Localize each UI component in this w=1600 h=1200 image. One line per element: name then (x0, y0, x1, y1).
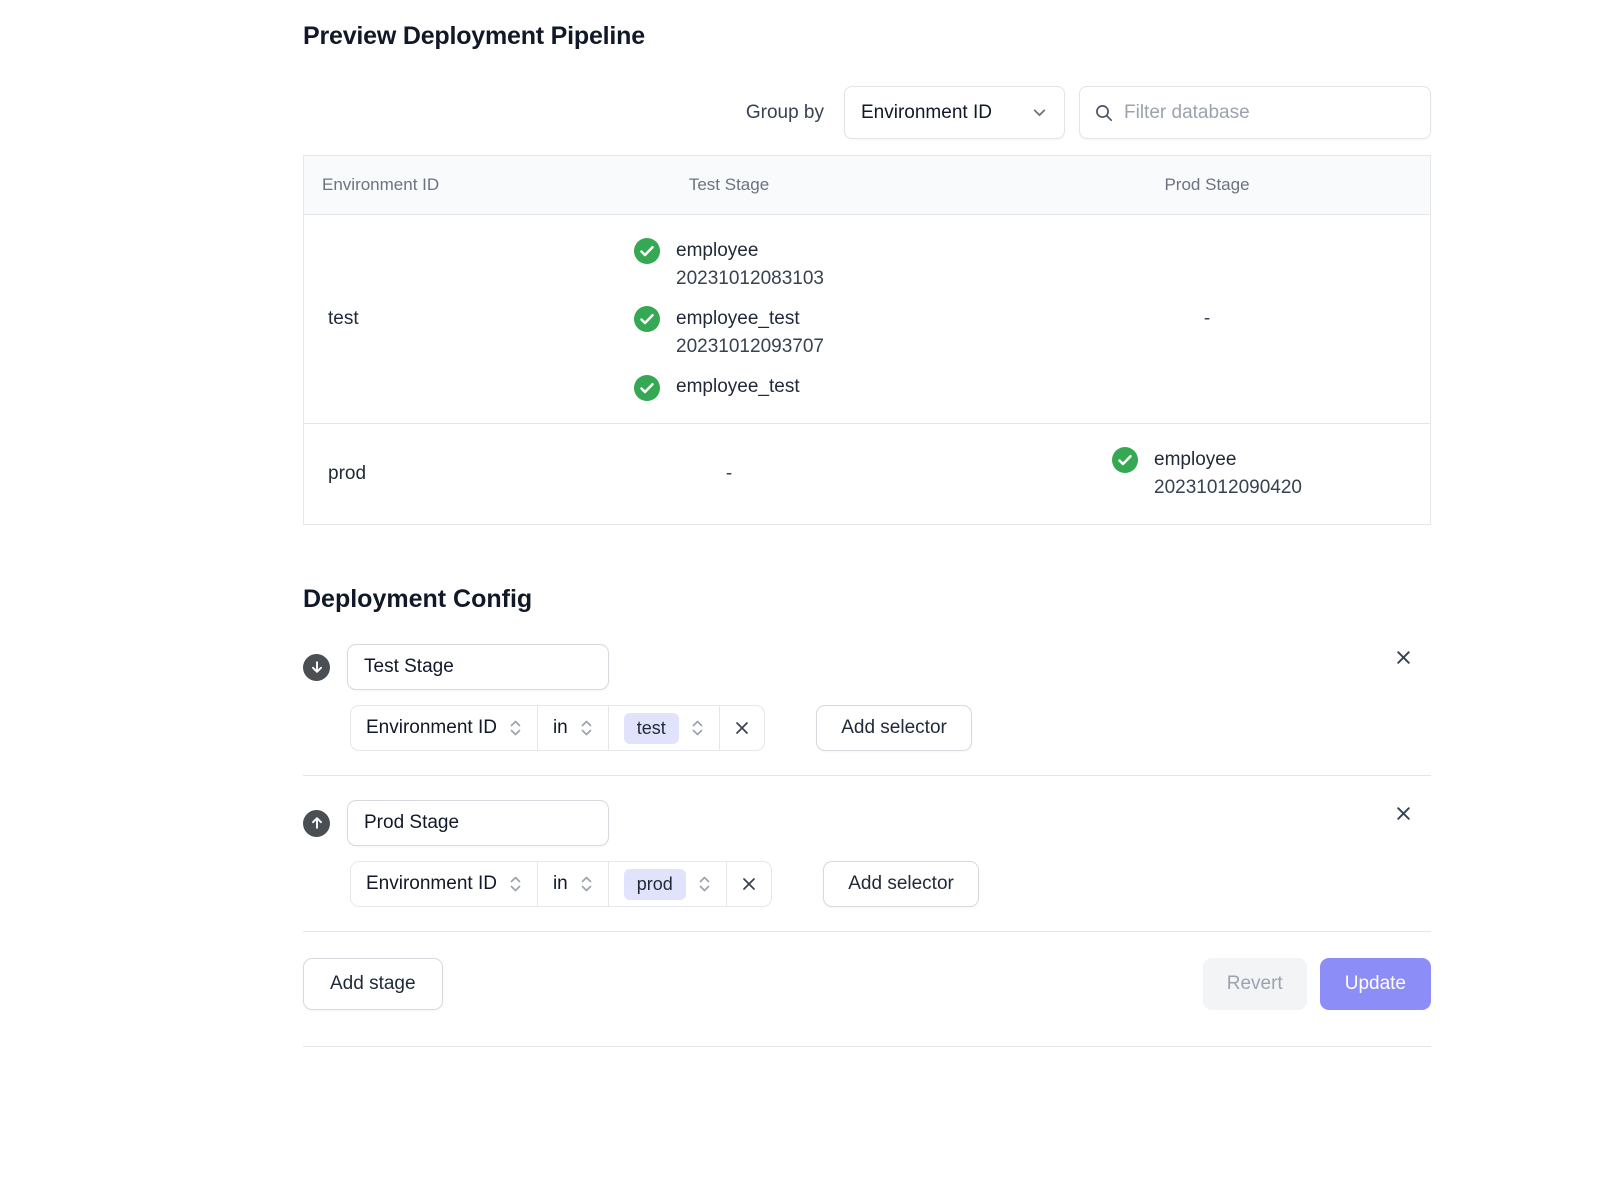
prod-stage-cell: employee 20231012090420 (984, 424, 1430, 524)
test-stage-cell: - (474, 424, 984, 524)
remove-selector-button[interactable] (726, 862, 771, 906)
database-name-version: employee 20231012083103 (676, 237, 824, 293)
selector-key-select[interactable]: Environment ID (351, 862, 537, 906)
footer-right-actions: Revert Update (1203, 958, 1431, 1010)
column-header-test-stage: Test Stage (474, 175, 984, 195)
database-name: employee_test (676, 373, 800, 401)
selector-value-select[interactable]: test (608, 706, 719, 750)
environment-id-cell: test (304, 215, 474, 423)
empty-stage-dash: - (726, 463, 732, 485)
selector-operator-label: in (553, 717, 568, 739)
filter-database-input[interactable] (1124, 102, 1416, 124)
filter-database-search (1079, 86, 1431, 139)
table-row: test employee 20231012083103 (304, 215, 1430, 424)
stage-config-block: Environment ID in prod (303, 800, 1431, 907)
prod-stage-cell: - (984, 215, 1430, 423)
chevron-updown-icon (691, 718, 704, 738)
divider (303, 1046, 1431, 1047)
remove-stage-button[interactable] (1392, 802, 1415, 825)
table-header-row: Environment ID Test Stage Prod Stage (304, 156, 1430, 215)
table-row: prod - employee 20231012090420 (304, 424, 1430, 524)
database-item: employee_test 20231012093707 (634, 305, 824, 361)
selector-operator-select[interactable]: in (537, 862, 608, 906)
update-button[interactable]: Update (1320, 958, 1431, 1010)
stage-header (303, 644, 1431, 690)
group-by-label: Group by (746, 102, 824, 124)
stage-name-input[interactable] (347, 800, 609, 846)
success-check-icon (634, 306, 660, 332)
column-header-prod-stage: Prod Stage (984, 175, 1430, 195)
page-title: Preview Deployment Pipeline (303, 22, 1431, 51)
chevron-updown-icon (698, 874, 711, 894)
preview-deployment-pipeline-page: Preview Deployment Pipeline Group by Env… (0, 0, 1600, 1200)
environment-id-cell: prod (304, 424, 474, 524)
chevron-updown-icon (580, 874, 593, 894)
remove-stage-button[interactable] (1392, 646, 1415, 669)
database-item: employee_test (634, 373, 824, 401)
add-stage-button[interactable]: Add stage (303, 958, 443, 1010)
selector-operator-label: in (553, 873, 568, 895)
stage-config-block: Environment ID in test (303, 644, 1431, 751)
revert-button[interactable]: Revert (1203, 958, 1307, 1010)
database-version: 20231012090420 (1154, 474, 1302, 502)
database-name-version: employee_test 20231012093707 (676, 305, 824, 361)
add-selector-button[interactable]: Add selector (816, 705, 972, 751)
selector-key-label: Environment ID (366, 717, 497, 739)
selector-value-badge: test (624, 713, 679, 744)
selector-rule: Environment ID in prod (350, 861, 772, 907)
empty-stage-dash: - (1204, 308, 1210, 330)
database-item: employee 20231012090420 (1112, 446, 1302, 502)
group-by-select[interactable]: Environment ID (844, 86, 1065, 139)
move-stage-up-icon[interactable] (303, 810, 330, 837)
test-stage-cell: employee 20231012083103 employee_test 20… (474, 215, 984, 423)
success-check-icon (1112, 447, 1138, 473)
selector-operator-select[interactable]: in (537, 706, 608, 750)
success-check-icon (634, 238, 660, 264)
search-icon (1094, 103, 1114, 123)
remove-selector-button[interactable] (719, 706, 764, 750)
column-header-environment-id: Environment ID (304, 175, 474, 195)
selector-value-badge: prod (624, 869, 686, 900)
database-name: employee (676, 237, 824, 265)
database-name: employee (1154, 446, 1302, 474)
deployment-config-title: Deployment Config (303, 585, 1431, 614)
content-area: Preview Deployment Pipeline Group by Env… (303, 0, 1431, 1047)
add-selector-button[interactable]: Add selector (823, 861, 979, 907)
divider (303, 775, 1431, 776)
chevron-updown-icon (580, 718, 593, 738)
database-version: 20231012093707 (676, 333, 824, 361)
pipeline-table: Environment ID Test Stage Prod Stage tes… (303, 155, 1431, 525)
selector-key-select[interactable]: Environment ID (351, 706, 537, 750)
group-by-selected-value: Environment ID (861, 102, 992, 124)
database-name: employee_test (676, 305, 824, 333)
chevron-updown-icon (509, 718, 522, 738)
stage-header (303, 800, 1431, 846)
stage-name-input[interactable] (347, 644, 609, 690)
divider (303, 931, 1431, 932)
selector-key-label: Environment ID (366, 873, 497, 895)
success-check-icon (634, 375, 660, 401)
footer-actions: Add stage Revert Update (303, 958, 1431, 1010)
database-version: 20231012083103 (676, 265, 824, 293)
move-stage-down-icon[interactable] (303, 654, 330, 681)
database-item: employee 20231012083103 (634, 237, 824, 293)
toolbar: Group by Environment ID (303, 86, 1431, 139)
chevron-down-icon (1031, 104, 1048, 121)
selector-rule: Environment ID in test (350, 705, 765, 751)
database-name-version: employee 20231012090420 (1154, 446, 1302, 502)
chevron-updown-icon (509, 874, 522, 894)
selector-value-select[interactable]: prod (608, 862, 726, 906)
